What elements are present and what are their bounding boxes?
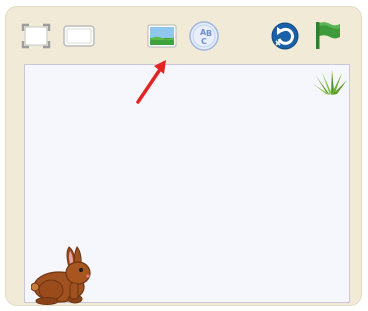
small-stage-icon (63, 25, 95, 47)
stage-canvas[interactable] (24, 64, 350, 305)
background-image-button[interactable] (147, 24, 177, 48)
grass-icon (313, 70, 347, 95)
pointer-arrow (136, 60, 166, 104)
stage-frame: A B C (5, 6, 362, 306)
green-flag-icon (316, 22, 340, 49)
rabbit-icon (30, 246, 91, 305)
abc-letter-b: B (206, 29, 212, 38)
reset-icon (271, 22, 299, 50)
fullscreen-icon (21, 23, 51, 49)
green-flag-button[interactable] (313, 20, 341, 50)
rabbit-sprite[interactable] (30, 243, 95, 305)
text-abc-icon: A B C (189, 21, 219, 51)
small-stage-button[interactable] (63, 25, 95, 47)
abc-letter-c: C (201, 37, 207, 46)
fullscreen-button[interactable] (21, 23, 51, 49)
toolbar: A B C (5, 6, 362, 62)
text-button[interactable]: A B C (189, 21, 219, 51)
grass-sprite[interactable] (312, 70, 348, 96)
background-image-icon (147, 24, 177, 48)
reset-button[interactable] (271, 22, 299, 50)
